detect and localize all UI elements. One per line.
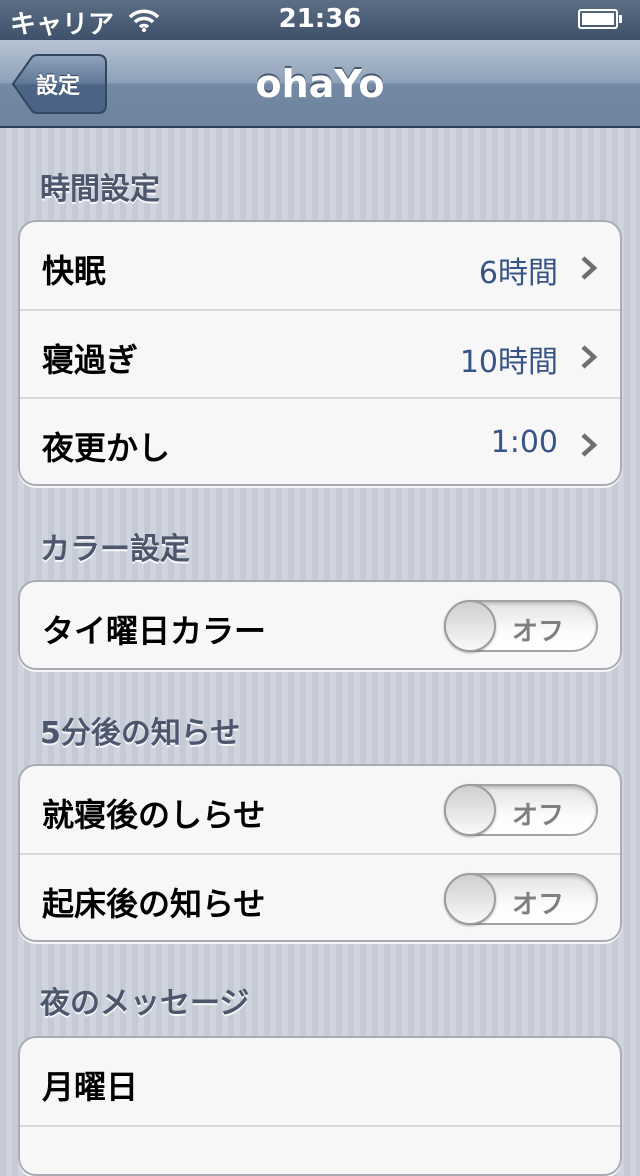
toggle-knob bbox=[444, 600, 496, 652]
chevron-right-icon bbox=[581, 256, 598, 280]
chevron-right-icon bbox=[581, 345, 598, 369]
night-messages-group: 月曜日 bbox=[18, 1036, 622, 1176]
section-header-night-messages: 夜のメッセージ bbox=[40, 986, 250, 1021]
time-settings-group: 快眠 6時間 寝過ぎ 10時間 夜更かし 1:00 bbox=[18, 220, 622, 486]
status-bar: キャリア 21:36 bbox=[0, 0, 640, 40]
after-wakeup-toggle[interactable]: オフ bbox=[444, 873, 598, 925]
row-next-day[interactable] bbox=[20, 1125, 620, 1174]
color-settings-group: タイ曜日カラー オフ bbox=[18, 580, 622, 670]
row-label: 快眠 bbox=[42, 252, 107, 290]
toggle-state-label: オフ bbox=[512, 801, 565, 831]
row-monday[interactable]: 月曜日 bbox=[20, 1038, 620, 1125]
row-value: 1:00 bbox=[490, 425, 558, 460]
row-label: タイ曜日カラー bbox=[42, 612, 267, 650]
row-label: 寝過ぎ bbox=[42, 341, 139, 379]
weekday-color-toggle[interactable]: オフ bbox=[444, 600, 598, 652]
navigation-bar: 設定 ohaYo bbox=[0, 40, 640, 128]
row-after-bedtime: 就寝後のしらせ オフ bbox=[20, 766, 620, 853]
section-header-time-settings: 時間設定 bbox=[40, 172, 160, 207]
toggle-knob bbox=[444, 873, 496, 925]
row-weekday-color: タイ曜日カラー オフ bbox=[20, 582, 620, 668]
status-time: 21:36 bbox=[278, 4, 362, 34]
section-header-notify-5min: 5分後の知らせ bbox=[40, 716, 241, 751]
toggle-state-label: オフ bbox=[512, 890, 565, 920]
row-late-night[interactable]: 夜更かし 1:00 bbox=[20, 397, 620, 484]
row-label: 夜更かし bbox=[42, 429, 171, 467]
row-after-wakeup: 起床後の知らせ オフ bbox=[20, 853, 620, 940]
row-label: 就寝後のしらせ bbox=[42, 796, 266, 834]
chevron-right-icon bbox=[581, 433, 598, 457]
row-value: 10時間 bbox=[459, 345, 558, 380]
after-bedtime-toggle[interactable]: オフ bbox=[444, 784, 598, 836]
toggle-knob bbox=[444, 784, 496, 836]
nav-title: ohaYo bbox=[255, 62, 385, 106]
battery-icon bbox=[578, 9, 622, 29]
row-sleep-good[interactable]: 快眠 6時間 bbox=[20, 222, 620, 309]
section-header-color-settings: カラー設定 bbox=[40, 532, 190, 567]
row-label: 起床後の知らせ bbox=[42, 885, 266, 923]
row-oversleep[interactable]: 寝過ぎ 10時間 bbox=[20, 309, 620, 397]
row-label: 月曜日 bbox=[42, 1068, 139, 1106]
row-value: 6時間 bbox=[478, 256, 558, 291]
toggle-state-label: オフ bbox=[512, 617, 565, 647]
notify-5min-group: 就寝後のしらせ オフ 起床後の知らせ オフ bbox=[18, 764, 622, 942]
